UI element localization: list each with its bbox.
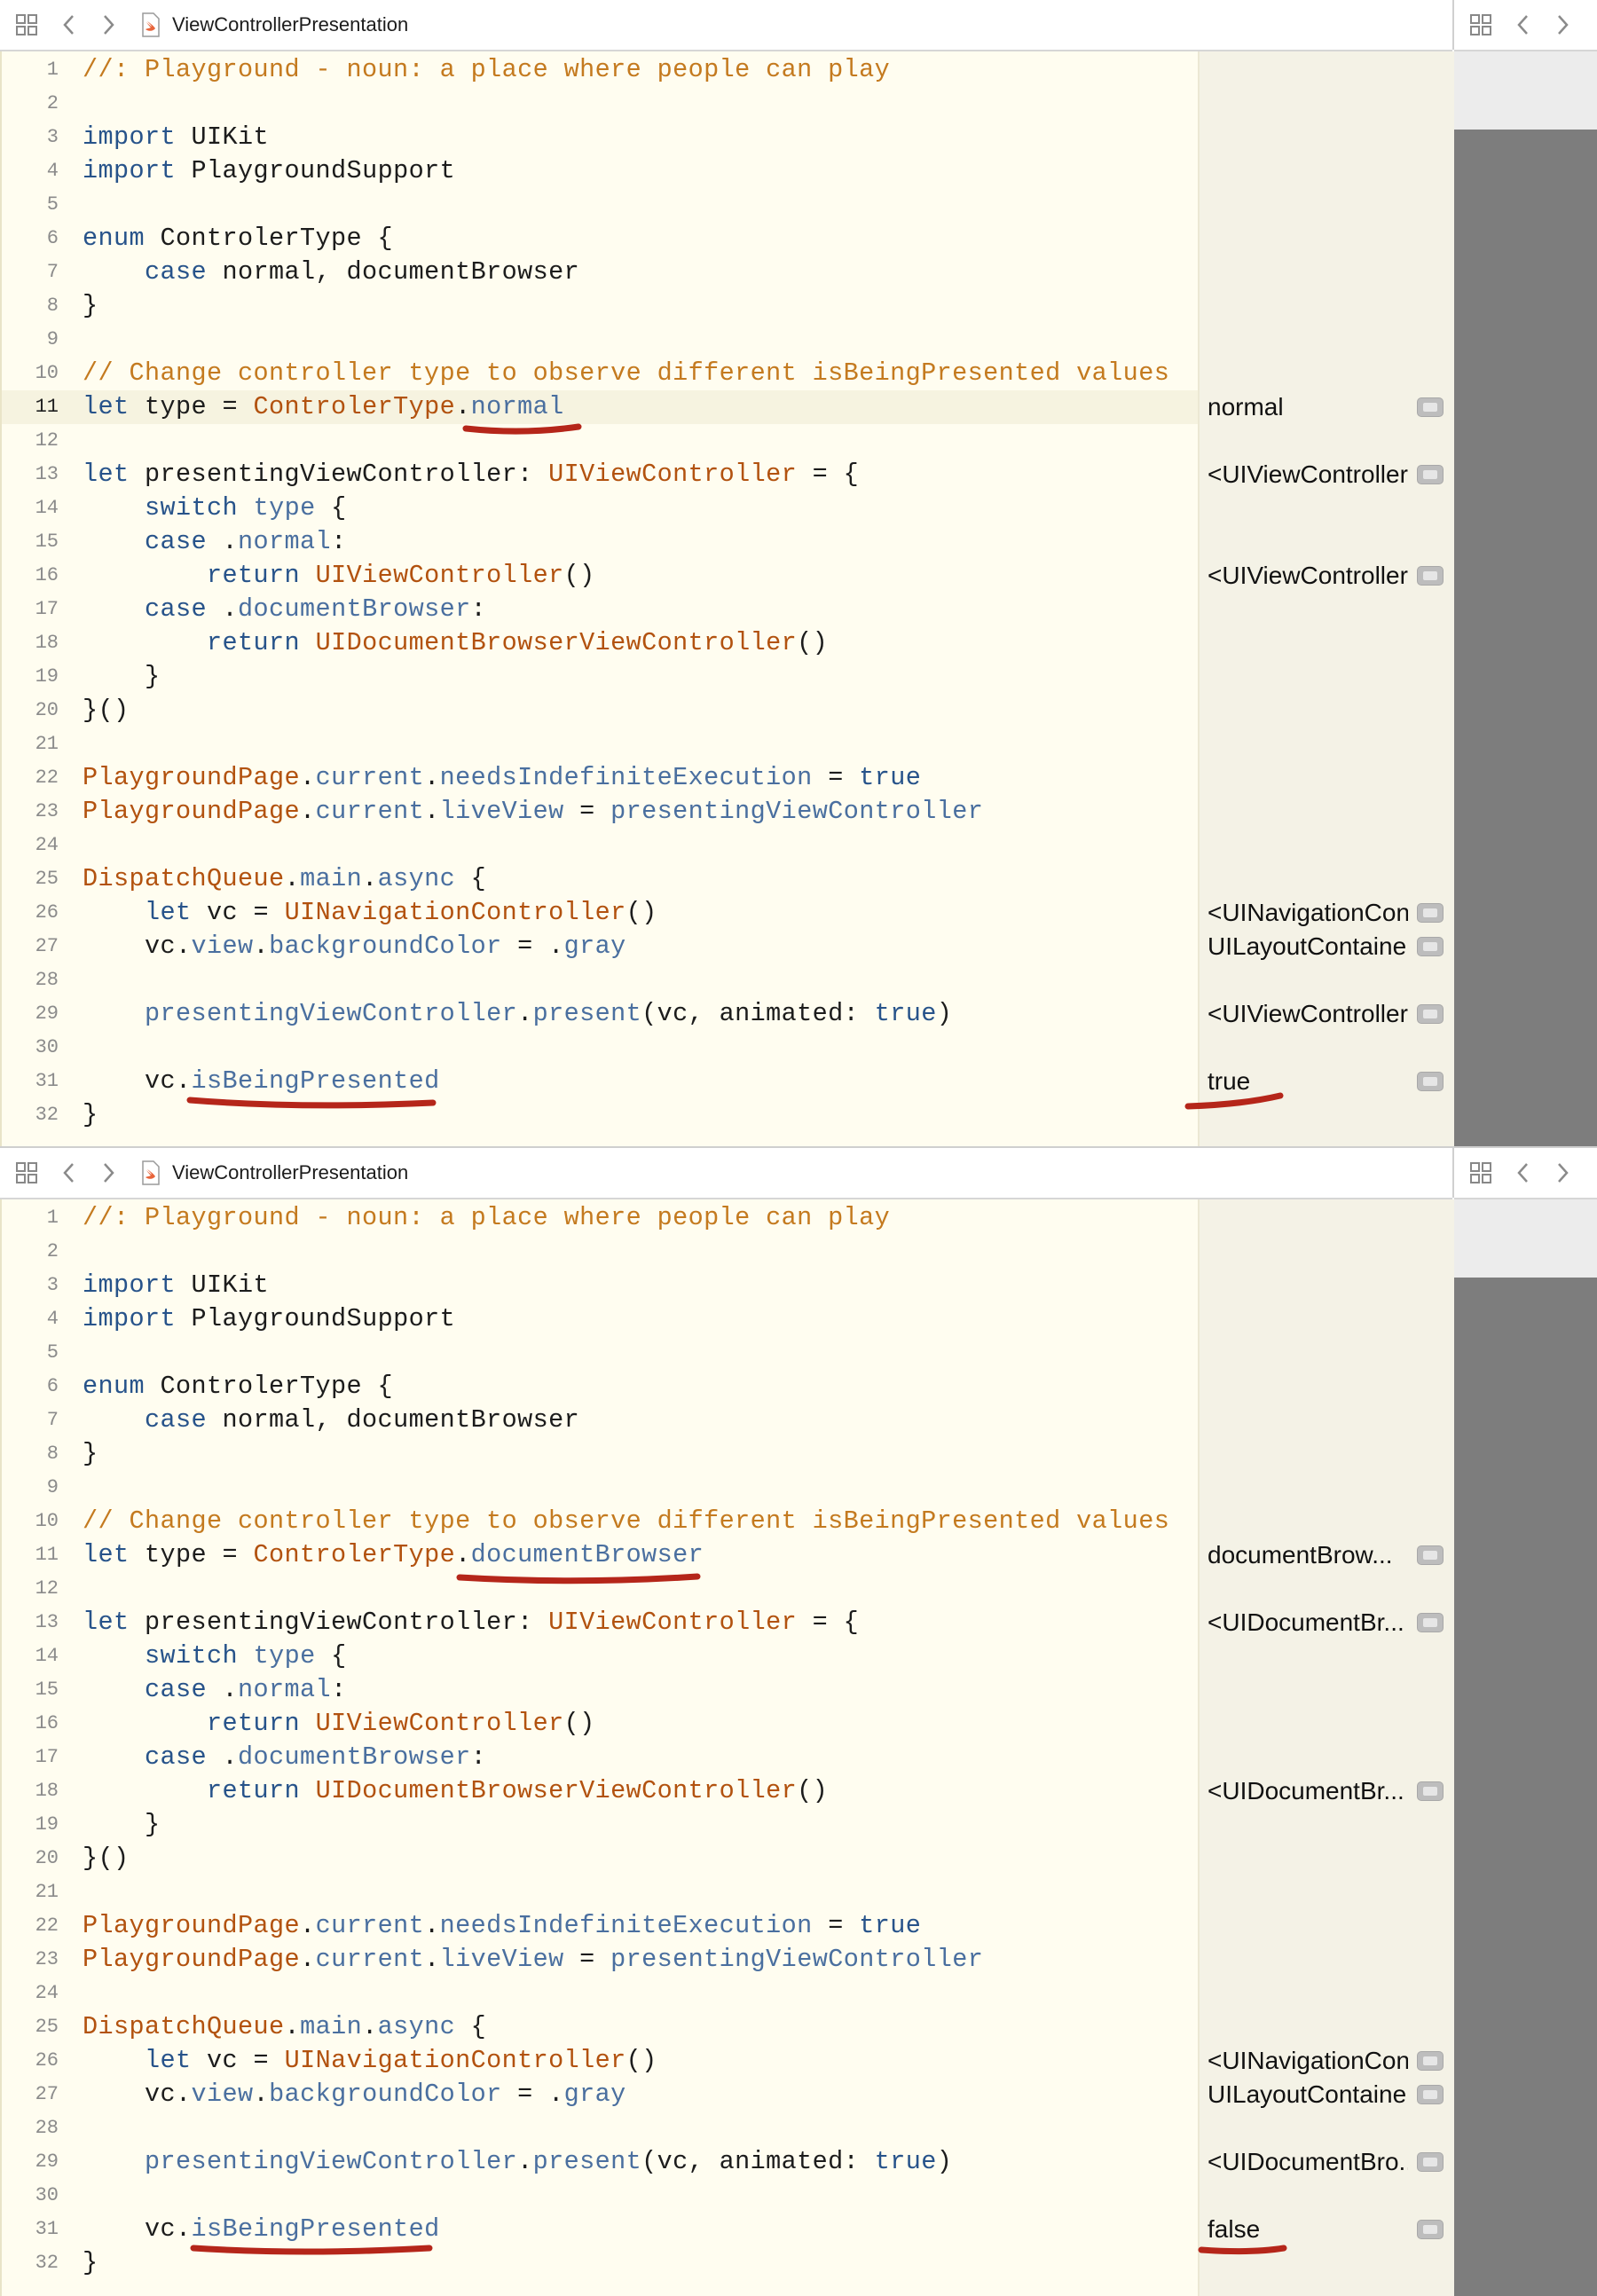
- underline-mark: [456, 1573, 701, 1584]
- annotation-marks: [186, 423, 1284, 1110]
- underline-mark: [190, 2245, 433, 2255]
- editor-panel-top: ViewControllerPresentation 1 2 3 4 5 6 7…: [0, 0, 1597, 1148]
- annotation-marks: [190, 1573, 1287, 2255]
- underline-mark: [1184, 1092, 1284, 1110]
- underline-mark: [186, 1097, 437, 1109]
- underline-mark: [462, 423, 582, 435]
- editor-panel-bottom: ViewControllerPresentation 1 2 3 4 5 6 7…: [0, 1148, 1597, 2296]
- underline-mark: [1198, 2245, 1287, 2255]
